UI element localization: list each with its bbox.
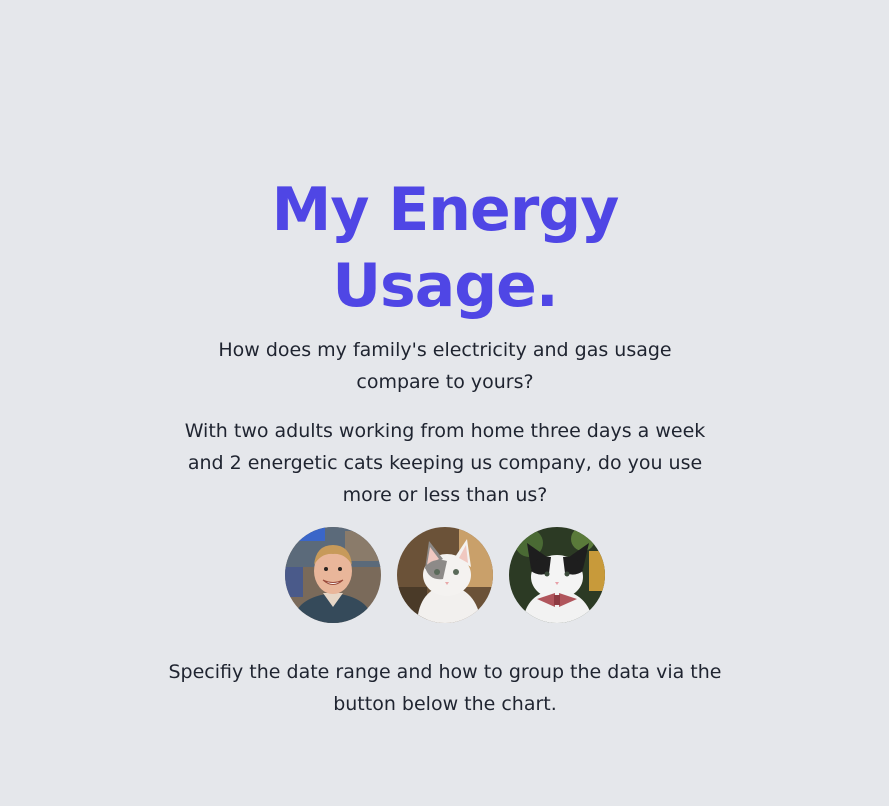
page-title: My Energy Usage. xyxy=(271,175,620,321)
hero-section: My Energy Usage. How does my family's el… xyxy=(150,172,740,720)
instructions-text: Specifiy the date range and how to group… xyxy=(168,661,722,715)
person-avatar xyxy=(285,527,381,623)
family-avatars xyxy=(150,527,740,623)
intro-question: How does my family's electricity and gas… xyxy=(218,339,672,393)
cat-avatar-2 xyxy=(509,527,605,623)
intro-description: With two adults working from home three … xyxy=(184,420,706,506)
cat-avatar-1 xyxy=(397,527,493,623)
